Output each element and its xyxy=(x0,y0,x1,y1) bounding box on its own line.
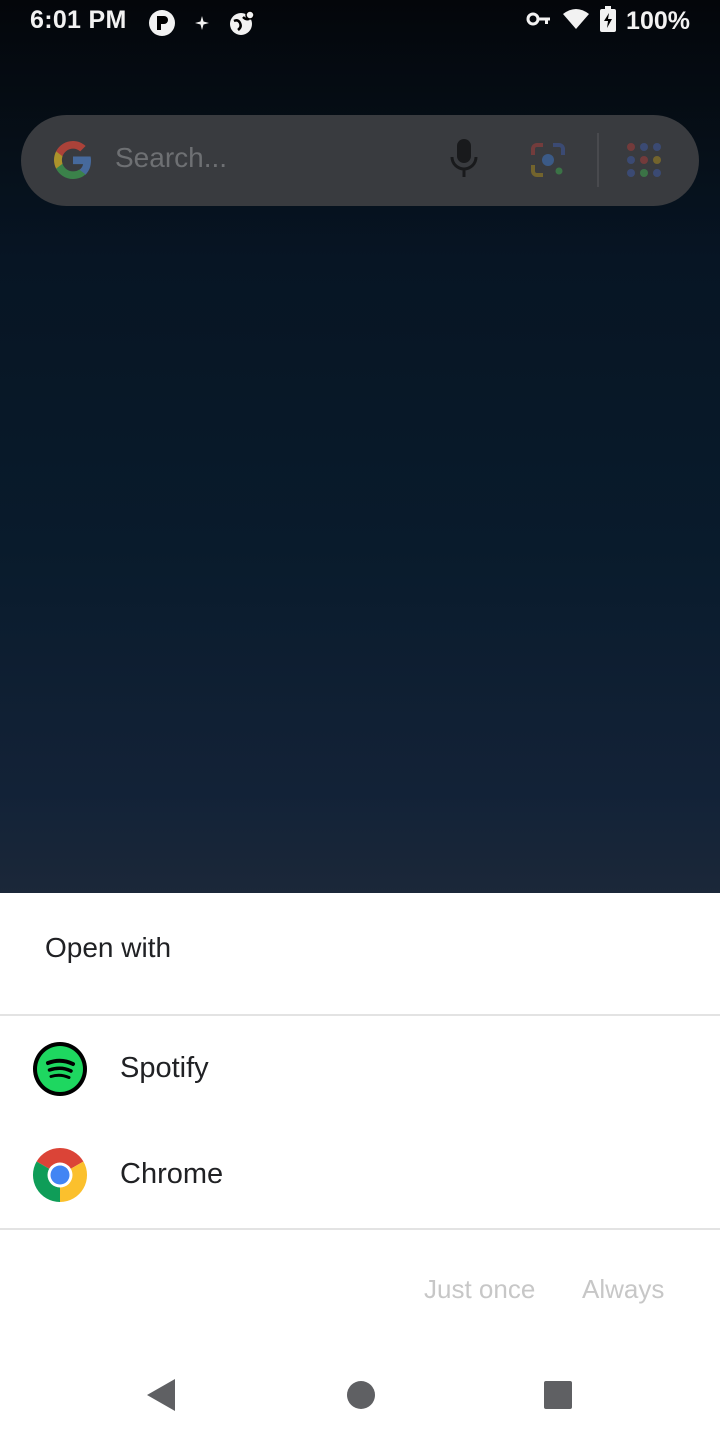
just-once-button[interactable]: Just once xyxy=(424,1274,535,1305)
spotify-icon xyxy=(32,1041,88,1097)
divider xyxy=(0,1228,720,1230)
back-icon[interactable] xyxy=(146,1378,176,1417)
home-icon[interactable] xyxy=(346,1380,376,1415)
divider xyxy=(0,1014,720,1016)
chrome-icon xyxy=(32,1147,88,1203)
dim-scrim[interactable] xyxy=(0,0,720,893)
sheet-title: Open with xyxy=(45,932,172,963)
always-button[interactable]: Always xyxy=(582,1274,664,1305)
navigation-bar xyxy=(0,1350,720,1440)
app-label-spotify: Spotify xyxy=(120,1052,209,1084)
app-label-chrome: Chrome xyxy=(120,1158,224,1190)
app-option-spotify[interactable]: Spotify xyxy=(0,1019,720,1119)
recents-icon[interactable] xyxy=(543,1380,573,1415)
app-option-chrome[interactable]: Chrome xyxy=(0,1125,720,1225)
